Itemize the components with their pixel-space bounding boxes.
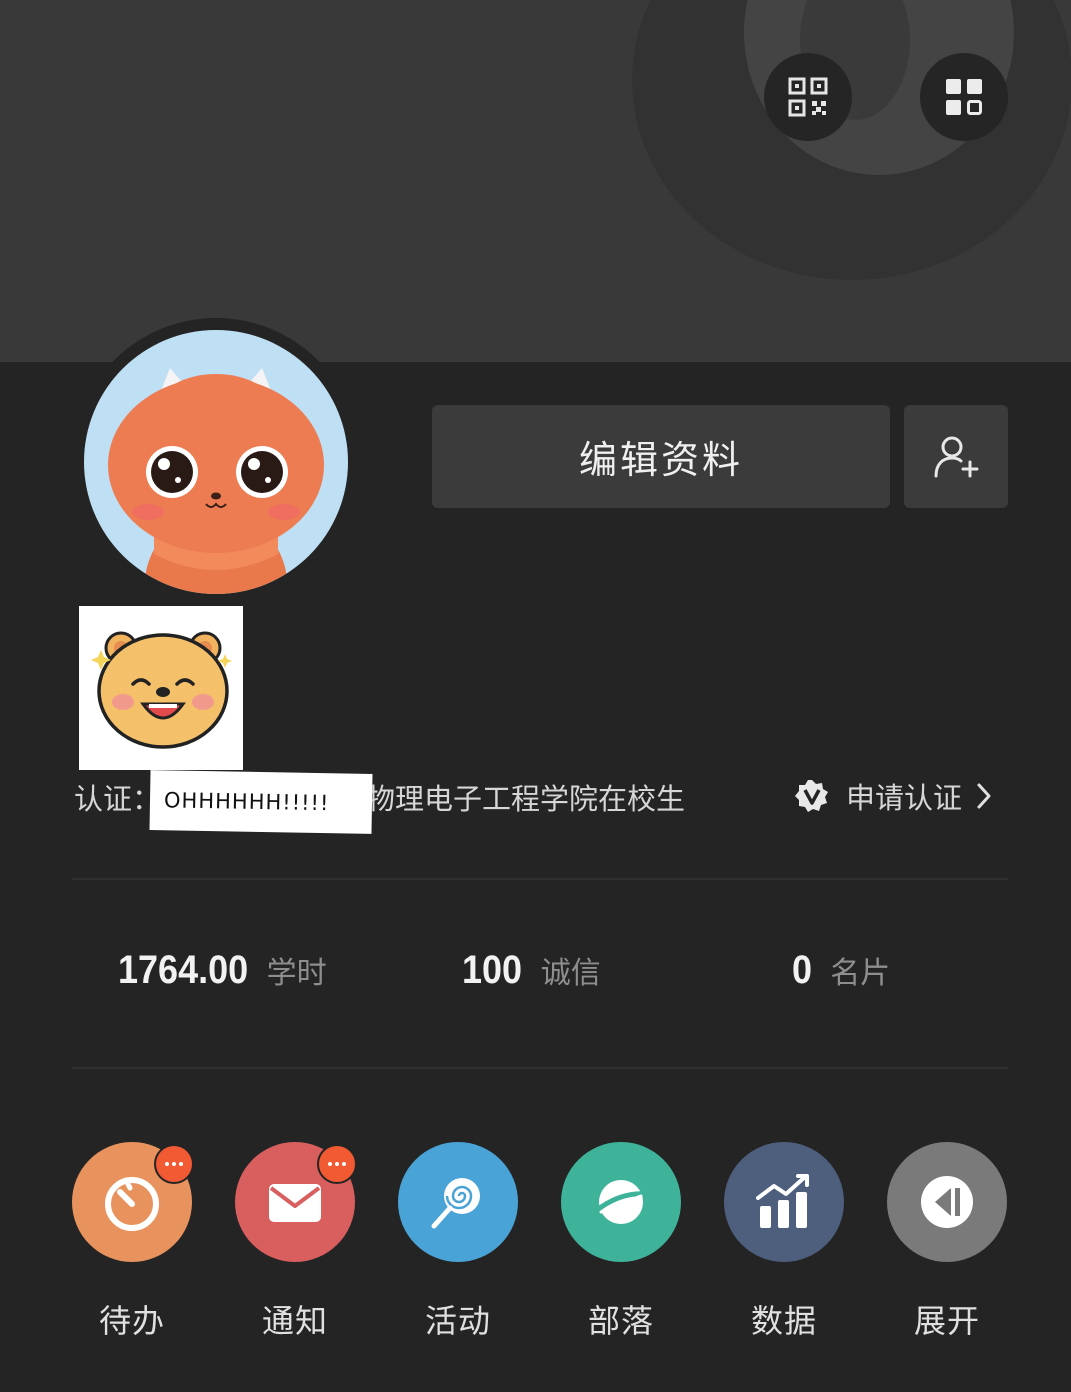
lollipop-icon: [431, 1178, 480, 1229]
menu-expand-label: 展开: [913, 1302, 980, 1340]
divider-bottom: [72, 1067, 1008, 1069]
menu-tribe-label: 部落: [587, 1302, 654, 1340]
qr-code-icon: [788, 77, 828, 117]
divider-top: [72, 878, 1008, 880]
menu-activity-circle: [398, 1142, 518, 1262]
stat-cards-label: 名片: [830, 956, 891, 991]
expand-arrow-icon: [921, 1176, 973, 1228]
bear-sticker-image: [91, 631, 232, 749]
menu-item-todo[interactable]: 待办: [70, 1142, 194, 1342]
apply-certification-label: 申请认证: [846, 781, 963, 815]
chart-trend-icon: [756, 1174, 809, 1228]
grid-apps-button[interactable]: [920, 53, 1008, 141]
profile-banner: [0, 0, 1071, 362]
profile-page: 编辑资料 认证： 物理电子工程学院在校生 OHHHHHH!!!!! 申请认证 1…: [0, 0, 1071, 1392]
menu-expand-circle: [887, 1142, 1007, 1262]
stat-integrity-value: 100: [462, 948, 523, 992]
menu-item-activity[interactable]: 活动: [396, 1142, 520, 1342]
menu-item-expand[interactable]: 展开: [885, 1142, 1009, 1342]
stat-cards[interactable]: 0 名片: [792, 948, 890, 993]
person-add-icon: [934, 436, 979, 477]
grid-apps-icon: [946, 79, 982, 115]
avatar-image: [108, 368, 324, 594]
edit-profile-label: 编辑资料: [578, 438, 743, 482]
menu-item-data[interactable]: 数据: [722, 1142, 846, 1342]
stat-hours-value: 1764.00: [118, 948, 249, 992]
stat-hours-label: 学时: [266, 956, 327, 991]
qr-code-button[interactable]: [764, 53, 852, 141]
stat-integrity-label: 诚信: [540, 956, 601, 991]
stat-integrity[interactable]: 100 诚信: [462, 948, 601, 993]
apply-certification-link[interactable]: 申请认证: [794, 774, 994, 818]
notice-badge: [317, 1144, 357, 1184]
timer-icon: [105, 1177, 159, 1231]
menu-todo-label: 待办: [98, 1302, 165, 1340]
menu-notice-label: 通知: [261, 1302, 328, 1340]
stat-hours[interactable]: 1764.00 学时: [118, 948, 327, 993]
verified-v-icon: [795, 780, 828, 812]
menu-tribe-circle: [561, 1142, 681, 1262]
menu-activity-label: 活动: [424, 1302, 491, 1340]
bear-sticker: [79, 606, 243, 770]
menu-data-circle: [724, 1142, 844, 1262]
certification-prefix: 认证：: [74, 782, 162, 816]
menu-item-tribe[interactable]: 部落: [559, 1142, 683, 1342]
menu-item-notice[interactable]: 通知: [233, 1142, 357, 1342]
menu-notice-circle: [235, 1142, 357, 1262]
certification-overlay-sticker: OHHHHHH!!!!!: [149, 770, 373, 834]
certification-text: 物理电子工程学院在校生: [366, 782, 686, 816]
planet-icon: [594, 1180, 648, 1224]
menu-data-label: 数据: [750, 1302, 817, 1340]
menu-todo-circle: [72, 1142, 194, 1262]
edit-profile-button[interactable]: 编辑资料: [432, 405, 890, 508]
chevron-right-icon: [977, 783, 991, 809]
certification-overlay-text: OHHHHHH!!!!!: [163, 788, 330, 816]
envelope-icon: [269, 1184, 321, 1222]
stat-cards-value: 0: [792, 948, 813, 992]
add-friend-button[interactable]: [904, 405, 1008, 508]
avatar[interactable]: [84, 330, 348, 594]
certification-row: 认证： 物理电子工程学院在校生 OHHHHHH!!!!! 申请认证: [72, 770, 1012, 834]
todo-badge: [154, 1144, 194, 1184]
